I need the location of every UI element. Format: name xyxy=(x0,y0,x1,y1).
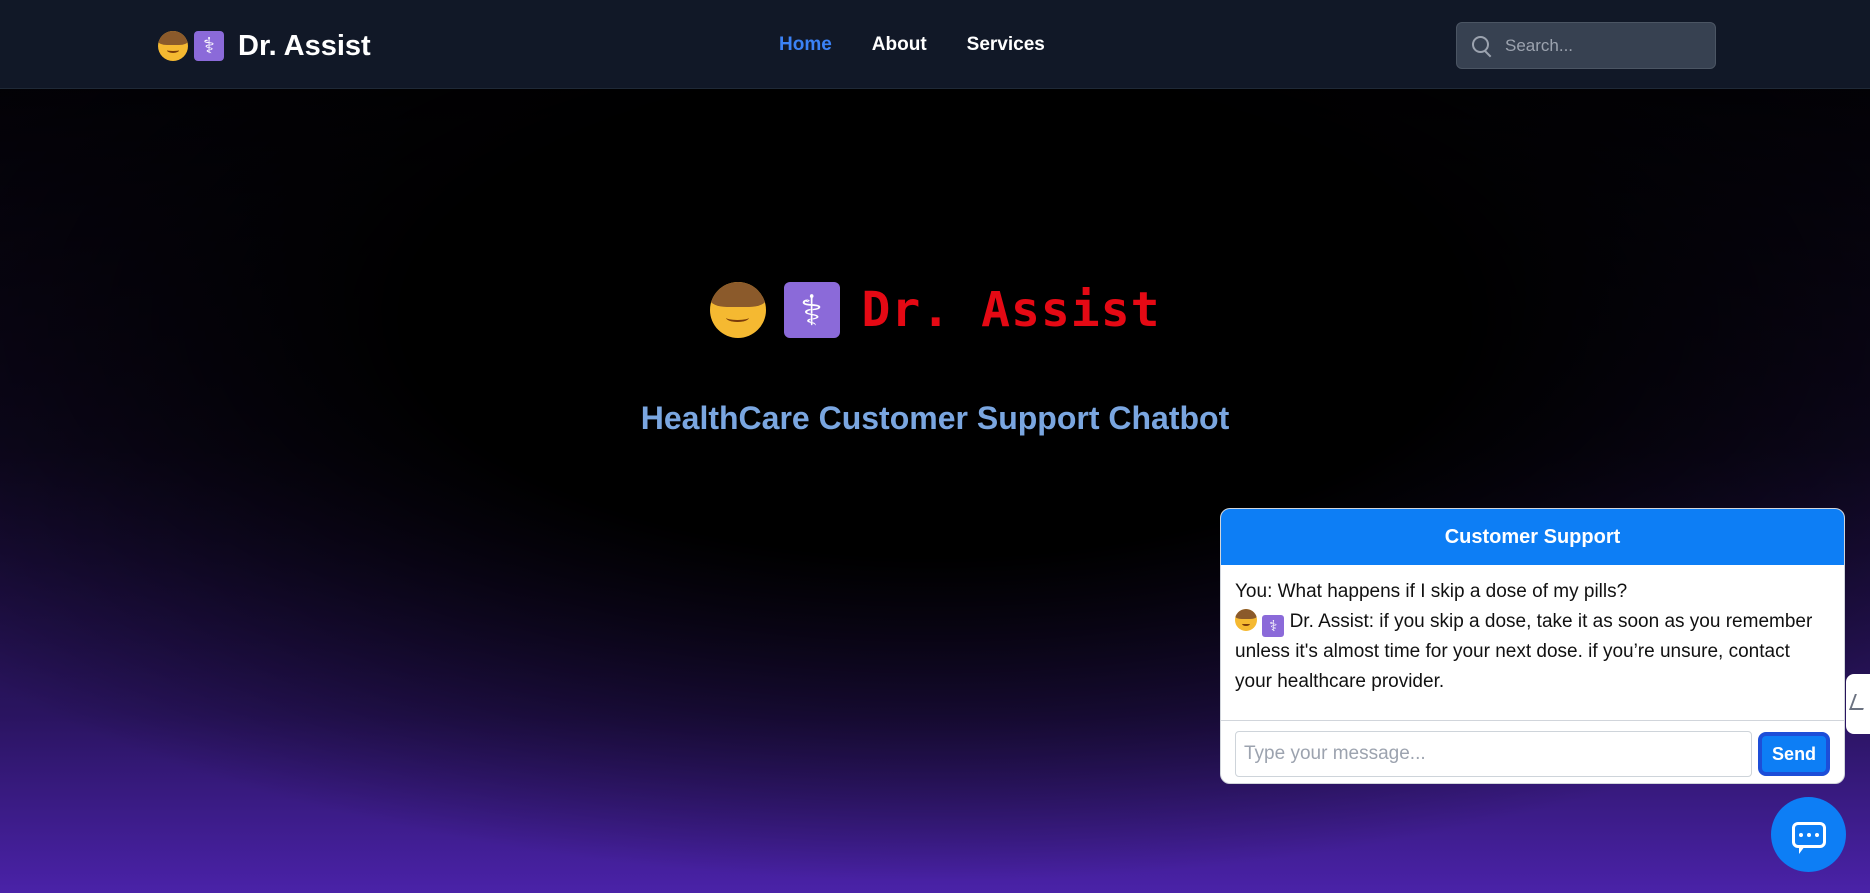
chat-bubble-icon xyxy=(1791,821,1826,854)
brand-name: Dr. Assist xyxy=(238,29,371,62)
hero-subtitle: HealthCare Customer Support Chatbot xyxy=(640,400,1230,436)
medical-symbol-icon: ⚕ xyxy=(783,282,840,338)
nav-about[interactable]: About xyxy=(872,34,927,56)
search-box xyxy=(1456,22,1716,69)
chat-messages: You: What happens if I skip a dose of my… xyxy=(1221,565,1844,721)
page-background: ⚕ Dr. Assist Home About Services ⚕ Dr. A… xyxy=(0,0,1870,893)
boy-emoji-icon xyxy=(709,282,766,338)
chat-header: Customer Support xyxy=(1221,509,1844,565)
search-input[interactable] xyxy=(1505,35,1705,56)
boy-emoji-icon xyxy=(1235,609,1257,631)
message-input[interactable] xyxy=(1235,731,1753,777)
search-icon xyxy=(1471,35,1493,57)
send-button[interactable]: Send xyxy=(1758,732,1830,776)
bot-message-text: Dr. Assist: if you skip a dose, take it … xyxy=(1235,611,1813,692)
navbar: ⚕ Dr. Assist Home About Services xyxy=(0,0,1870,89)
bot-message: ⚕ Dr. Assist: if you skip a dose, take i… xyxy=(1235,607,1830,697)
nav-services[interactable]: Services xyxy=(967,34,1045,56)
brand-link[interactable]: ⚕ Dr. Assist xyxy=(158,28,371,64)
medical-symbol-icon: ⚕ xyxy=(1262,615,1285,637)
chat-widget: Customer Support You: What happens if I … xyxy=(1220,508,1845,784)
nav-home[interactable]: Home xyxy=(779,34,832,56)
chat-input-row: Send xyxy=(1221,721,1844,783)
nav-links: Home About Services xyxy=(779,34,1045,56)
hero-title: Dr. Assist xyxy=(861,282,1161,338)
chat-toggle-button[interactable] xyxy=(1771,797,1846,872)
user-message: You: What happens if I skip a dose of my… xyxy=(1235,581,1628,602)
collapse-icon[interactable] xyxy=(1846,674,1870,734)
medical-symbol-icon: ⚕ xyxy=(194,31,224,61)
boy-emoji-icon xyxy=(158,31,188,61)
hero-logo: ⚕ Dr. Assist xyxy=(0,282,1870,338)
